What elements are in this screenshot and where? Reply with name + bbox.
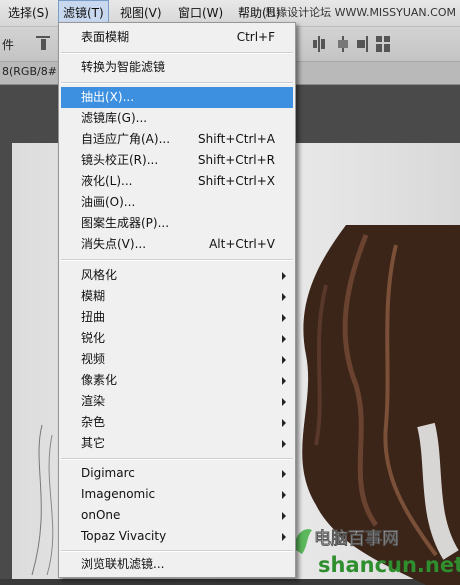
submenu-arrow-icon — [282, 293, 286, 301]
toolbar-text: 件 — [2, 38, 15, 52]
watermark-url: shancun.net — [318, 553, 460, 577]
menu-item-topaz-vivacity[interactable]: Topaz Vivacity — [59, 526, 295, 547]
menu-item-blur[interactable]: 模糊 — [59, 286, 295, 307]
menu-separator — [61, 259, 293, 261]
menu-item-noise[interactable]: 杂色 — [59, 412, 295, 433]
menu-item-pixelate[interactable]: 像素化 — [59, 370, 295, 391]
menu-item-surface-blur[interactable]: 表面模糊 Ctrl+F — [59, 27, 295, 48]
menu-item-video[interactable]: 视频 — [59, 349, 295, 370]
menu-item-other[interactable]: 其它 — [59, 433, 295, 454]
document-tab-label: 8(RGB/8#) — [2, 65, 62, 78]
menu-item-distort[interactable]: 扭曲 — [59, 307, 295, 328]
submenu-arrow-icon — [282, 491, 286, 499]
submenu-arrow-icon — [282, 398, 286, 406]
submenu-arrow-icon — [282, 419, 286, 427]
menu-separator — [61, 52, 293, 54]
submenu-arrow-icon — [282, 512, 286, 520]
submenu-arrow-icon — [282, 314, 286, 322]
menu-item-imagenomic[interactable]: Imagenomic — [59, 484, 295, 505]
menu-item-browse-online-filters[interactable]: 浏览联机滤镜... — [59, 554, 295, 575]
menu-item-render[interactable]: 渲染 — [59, 391, 295, 412]
menu-item-stylize[interactable]: 风格化 — [59, 265, 295, 286]
menu-item-adaptive-wide-angle[interactable]: 自适应广角(A)... Shift+Ctrl+A — [59, 129, 295, 150]
menu-separator — [61, 82, 293, 84]
menu-item-onone[interactable]: onOne — [59, 505, 295, 526]
distribute-icon[interactable] — [336, 36, 350, 52]
submenu-arrow-icon — [282, 533, 286, 541]
submenu-arrow-icon — [282, 377, 286, 385]
menu-item-convert-smart-filter[interactable]: 转换为智能滤镜 — [59, 57, 295, 78]
menu-item-filter-gallery[interactable]: 滤镜库(G)... — [59, 108, 295, 129]
filter-dropdown-menu: 表面模糊 Ctrl+F 转换为智能滤镜 抽出(X)... 滤镜库(G)... 自… — [58, 22, 296, 578]
watermark-brand: 电脑百事网 — [314, 528, 399, 549]
menu-item-lens-correction[interactable]: 镜头校正(R)... Shift+Ctrl+R — [59, 150, 295, 171]
menu-separator — [61, 550, 293, 552]
menu-item-extract[interactable]: 抽出(X)... — [61, 87, 293, 108]
menu-select[interactable]: 选择(S) — [8, 0, 49, 26]
menu-item-sharpen[interactable]: 锐化 — [59, 328, 295, 349]
menu-separator — [61, 458, 293, 460]
submenu-arrow-icon — [282, 440, 286, 448]
menu-item-pattern-maker[interactable]: 图案生成器(P)... — [59, 213, 295, 234]
menu-item-liquify[interactable]: 液化(L)... Shift+Ctrl+X — [59, 171, 295, 192]
distribute-right-icon[interactable] — [354, 36, 368, 52]
submenu-arrow-icon — [282, 470, 286, 478]
submenu-arrow-icon — [282, 335, 286, 343]
auto-align-icon[interactable] — [376, 36, 390, 52]
menu-item-oil-paint[interactable]: 油画(O)... — [59, 192, 295, 213]
align-top-icon[interactable] — [36, 36, 50, 52]
watermark-logo: 电脑百事网 shancun.net — [295, 528, 460, 577]
align-hcenter-icon[interactable] — [312, 36, 326, 52]
menu-item-vanishing-point[interactable]: 消失点(V)... Alt+Ctrl+V — [59, 234, 295, 255]
submenu-arrow-icon — [282, 356, 286, 364]
submenu-arrow-icon — [282, 272, 286, 280]
menu-item-digimarc[interactable]: Digimarc — [59, 463, 295, 484]
